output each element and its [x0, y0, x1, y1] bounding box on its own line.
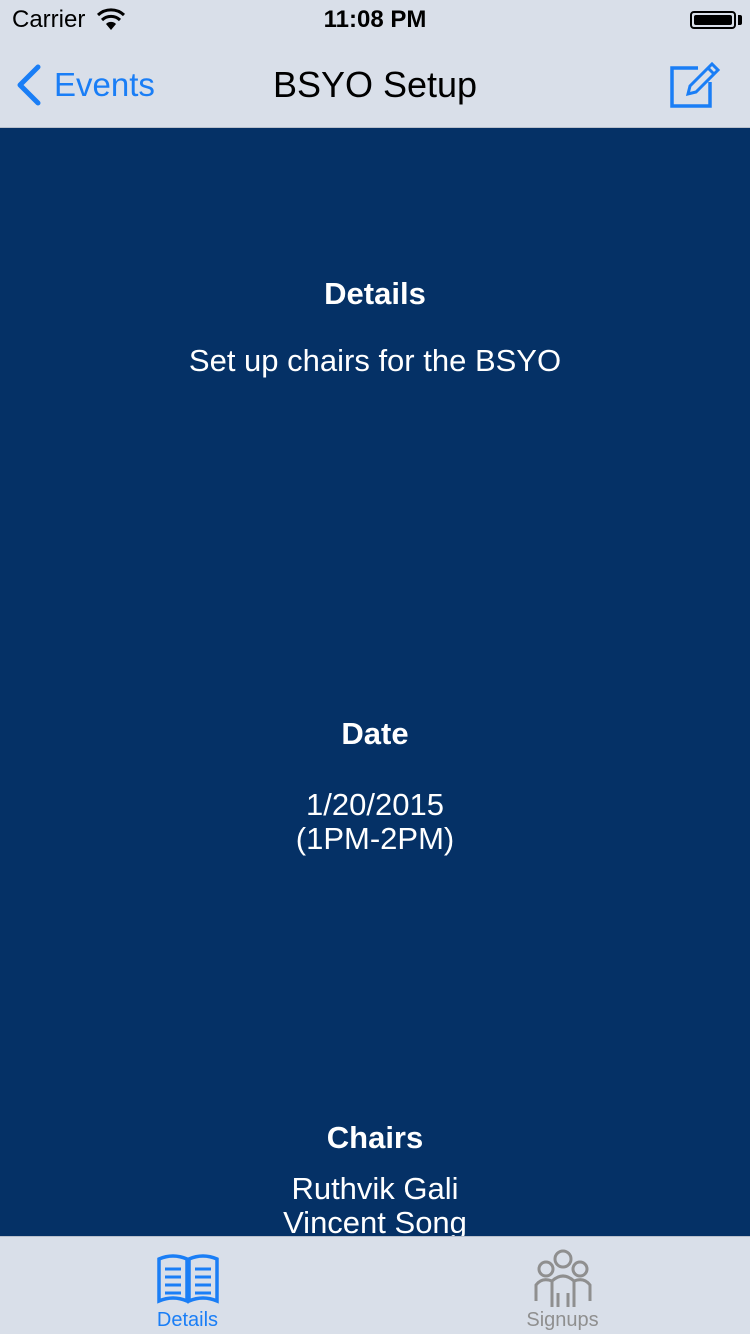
tab-signups-label: Signups — [526, 1309, 599, 1331]
tab-details-label: Details — [156, 1309, 219, 1331]
navigation-bar: Events BSYO Setup — [0, 40, 750, 128]
compose-icon[interactable] — [668, 58, 722, 108]
tab-bar: Details Signups — [0, 1236, 750, 1334]
book-icon — [156, 1254, 219, 1304]
tab-details[interactable]: Details — [0, 1237, 375, 1334]
battery-icon — [690, 11, 736, 29]
back-button[interactable]: Events — [14, 62, 155, 108]
chair-name: Vincent Song — [283, 1205, 467, 1240]
clock: 11:08 PM — [323, 6, 427, 33]
time-range-value: (1PM-2PM) — [295, 821, 455, 856]
top-bar: Carrier 11:08 PM Events BSYO Setup — [0, 0, 750, 128]
people-icon — [534, 1249, 591, 1307]
details-text: Set up chairs for the BSYO — [188, 343, 562, 378]
tab-signups[interactable]: Signups — [375, 1237, 750, 1334]
status-bar: Carrier 11:08 PM — [0, 0, 750, 40]
date-value: 1/20/2015 — [306, 787, 444, 822]
battery-nub — [738, 15, 742, 25]
back-button-label: Events — [54, 66, 155, 103]
chevron-left-icon — [17, 64, 41, 106]
date-heading: Date — [341, 716, 409, 751]
chairs-heading: Chairs — [326, 1120, 424, 1155]
chair-name: Ruthvik Gali — [291, 1171, 459, 1206]
details-heading: Details — [324, 276, 426, 311]
